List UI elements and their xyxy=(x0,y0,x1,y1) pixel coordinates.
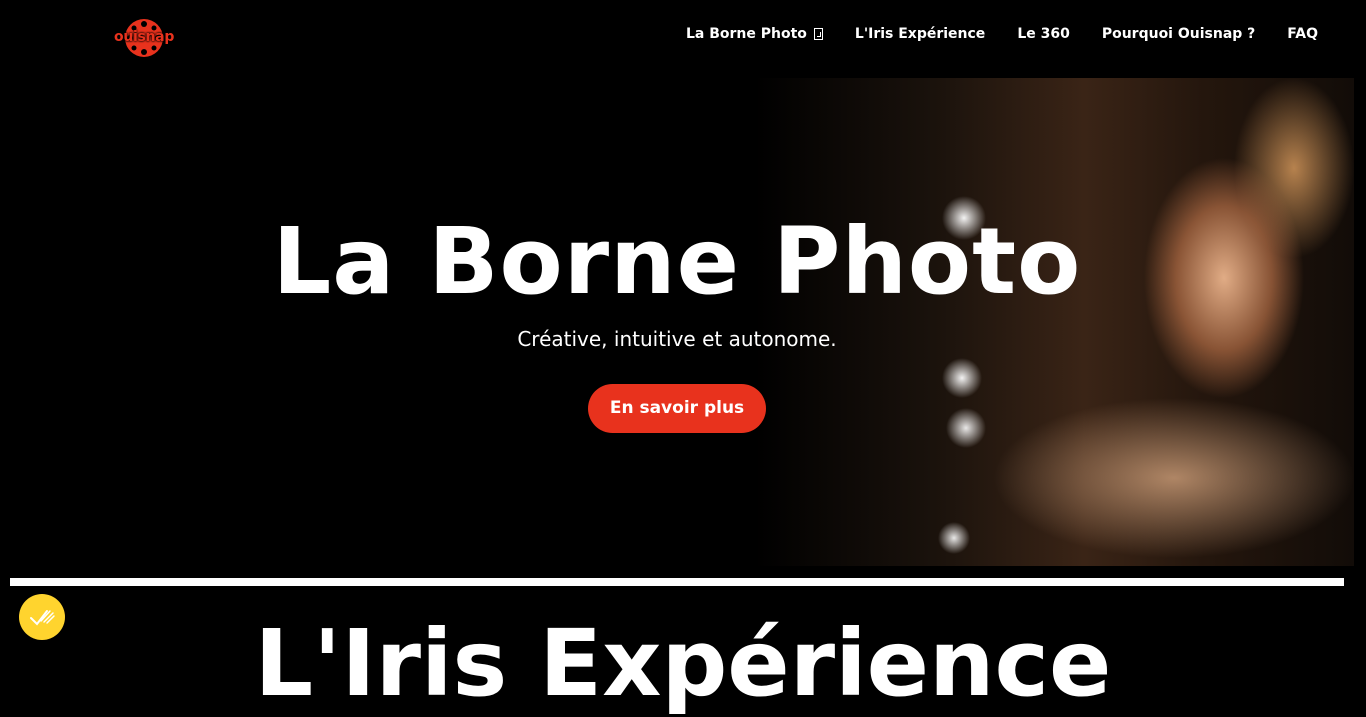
nav-item-pourquoi-ouisnap[interactable]: Pourquoi Ouisnap ? xyxy=(1102,26,1255,42)
next-section-title: L'Iris Expérience xyxy=(254,610,1112,717)
nav-item-label: FAQ xyxy=(1287,26,1318,42)
logo-wordmark: ouisnap xyxy=(114,29,175,45)
nav-item-label: Pourquoi Ouisnap ? xyxy=(1101,26,1256,42)
hero-subtitle: Créative, intuitive et autonome. xyxy=(517,327,837,351)
en-savoir-plus-button[interactable]: En savoir plus xyxy=(588,384,766,433)
nav-item-label: La Borne Photo xyxy=(685,26,807,42)
nav-item-label: L'Iris Expérience xyxy=(854,26,986,42)
ouisnap-logo[interactable]: ouisnap xyxy=(114,18,174,58)
hero-content: La Borne Photo Créative, intuitive et au… xyxy=(10,78,1344,566)
main-nav: La Borne Photo L'Iris Expérience Le 360 … xyxy=(686,26,1318,42)
section-divider xyxy=(10,578,1344,586)
nav-item-iris-experience[interactable]: L'Iris Expérience xyxy=(855,26,985,42)
nav-item-label: Le 360 xyxy=(1017,26,1070,42)
hero-section: La Borne Photo Créative, intuitive et au… xyxy=(10,78,1354,566)
cookie-consent-button[interactable] xyxy=(19,594,65,640)
nav-item-le-360[interactable]: Le 360 xyxy=(1017,26,1070,42)
nav-item-la-borne-photo[interactable]: La Borne Photo xyxy=(686,26,823,42)
nav-item-faq[interactable]: FAQ xyxy=(1287,26,1318,42)
hero-title: La Borne Photo xyxy=(272,208,1082,315)
site-header: ouisnap La Borne Photo L'Iris Expérience… xyxy=(0,0,1366,72)
dropdown-caret-icon xyxy=(813,28,823,40)
cookie-consent-icon xyxy=(30,610,55,626)
